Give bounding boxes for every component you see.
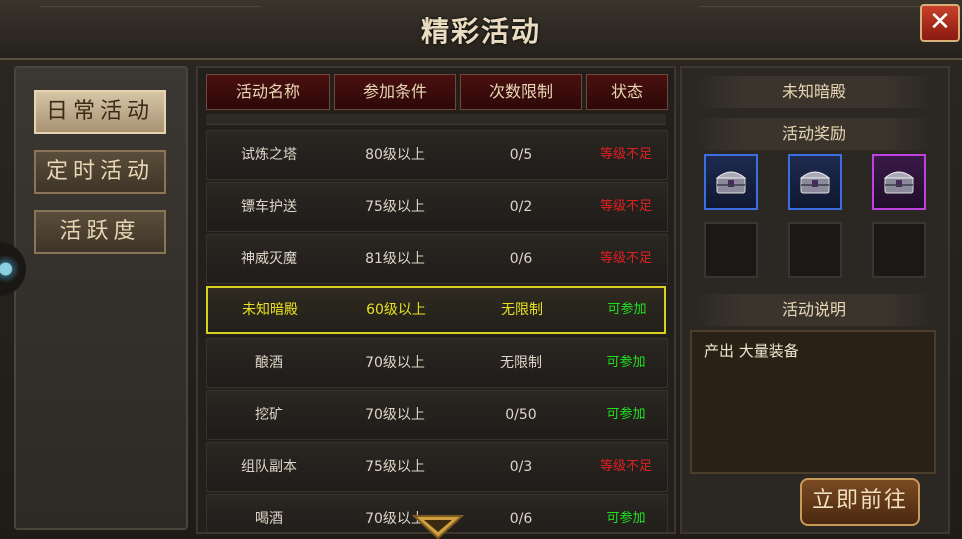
- status-cell: 可参加: [606, 355, 646, 370]
- go-now-button[interactable]: 立即前往: [800, 478, 920, 526]
- status-cell: 可参加: [606, 511, 646, 526]
- activity-name-cell: 酿酒: [255, 355, 283, 371]
- limit-cell: 0/50: [505, 407, 537, 423]
- activity-row[interactable]: 试炼之塔 80级以上 0/5 等级不足: [206, 130, 668, 180]
- condition-cell: 70级以上: [365, 407, 425, 423]
- status-cell: 等级不足: [599, 147, 652, 162]
- chest-icon: [883, 171, 915, 194]
- activity-name-cell: 试炼之塔: [241, 147, 297, 163]
- condition-cell: 75级以上: [365, 459, 425, 475]
- activity-detail-panel: 未知暗殿 活动奖励 活动说明 产出 大量装备 立即前往: [680, 66, 950, 534]
- activity-row[interactable]: 神威灭魔 81级以上 0/6 等级不足: [206, 234, 668, 284]
- chest-icon: [715, 171, 747, 194]
- reward-slot[interactable]: [788, 222, 842, 278]
- condition-cell: 80级以上: [365, 147, 425, 163]
- header-activity-name: 活动名称: [206, 74, 330, 110]
- limit-cell: 0/3: [509, 459, 533, 475]
- reward-slot[interactable]: [704, 154, 758, 210]
- reward-slot[interactable]: [704, 222, 758, 278]
- chest-icon: [799, 171, 831, 194]
- limit-cell: 0/5: [509, 147, 533, 163]
- header-status: 状态: [586, 74, 668, 110]
- close-button[interactable]: ✕: [920, 4, 960, 42]
- activity-list[interactable]: 活动名称 参加条件 次数限制 状态 试炼之塔 80级以上 0/5 等级不足 镖车护送 75…: [196, 66, 676, 534]
- status-cell: 可参加: [606, 407, 646, 422]
- activity-name-cell: 神威灭魔: [241, 251, 297, 267]
- reward-slot[interactable]: [788, 154, 842, 210]
- category-panel: 日常活动 定时活动 活跃度: [14, 66, 188, 530]
- description-text: 产出 大量装备: [704, 342, 799, 360]
- condition-cell: 75级以上: [365, 199, 425, 215]
- description-box: 产出 大量装备: [690, 330, 936, 474]
- limit-cell: 0/6: [509, 251, 533, 267]
- activity-row[interactable]: 未知暗殿 60级以上 无限制 可参加: [206, 286, 666, 334]
- condition-cell: 70级以上: [365, 355, 425, 371]
- activity-name-cell: 挖矿: [255, 407, 283, 423]
- status-cell: 等级不足: [599, 199, 652, 214]
- activity-row[interactable]: 挖矿 70级以上 0/50 可参加: [206, 390, 668, 440]
- tab-activity-level[interactable]: 活跃度: [34, 210, 166, 254]
- description-title: 活动说明: [696, 294, 932, 326]
- activity-window: 精彩活动 ✕ 日常活动 定时活动 活跃度 活动名称 参加条件 次数限制 状态 试…: [0, 0, 962, 539]
- activity-row[interactable]: 组队副本 75级以上 0/3 等级不足: [206, 442, 668, 492]
- reward-slot[interactable]: [872, 154, 926, 210]
- activity-name-cell: 组队副本: [241, 459, 297, 475]
- reward-slot[interactable]: [872, 222, 926, 278]
- list-divider: [206, 114, 666, 125]
- tab-timed-activity[interactable]: 定时活动: [34, 150, 166, 194]
- close-icon: ✕: [929, 7, 951, 37]
- header-condition: 参加条件: [334, 74, 456, 110]
- status-cell: 可参加: [607, 302, 647, 317]
- limit-cell: 无限制: [501, 302, 543, 318]
- status-cell: 等级不足: [599, 459, 652, 474]
- scroll-down-arrow-icon[interactable]: [412, 512, 464, 539]
- activity-name-cell: 镖车护送: [241, 199, 297, 215]
- rewards-title: 活动奖励: [696, 118, 932, 150]
- activity-name-cell: 未知暗殿: [242, 302, 298, 318]
- limit-cell: 无限制: [500, 355, 542, 371]
- activity-name-cell: 喝酒: [255, 511, 283, 527]
- tab-daily-activity[interactable]: 日常活动: [34, 90, 166, 134]
- activity-row[interactable]: 镖车护送 75级以上 0/2 等级不足: [206, 182, 668, 232]
- limit-cell: 0/6: [509, 511, 533, 527]
- condition-cell: 60级以上: [366, 302, 426, 318]
- window-title: 精彩活动: [420, 15, 541, 48]
- activity-row[interactable]: 酿酒 70级以上 无限制 可参加: [206, 338, 668, 388]
- condition-cell: 81级以上: [365, 251, 425, 267]
- limit-cell: 0/2: [509, 199, 533, 215]
- status-cell: 等级不足: [599, 251, 652, 266]
- detail-activity-name: 未知暗殿: [696, 76, 932, 108]
- header-limit: 次数限制: [460, 74, 582, 110]
